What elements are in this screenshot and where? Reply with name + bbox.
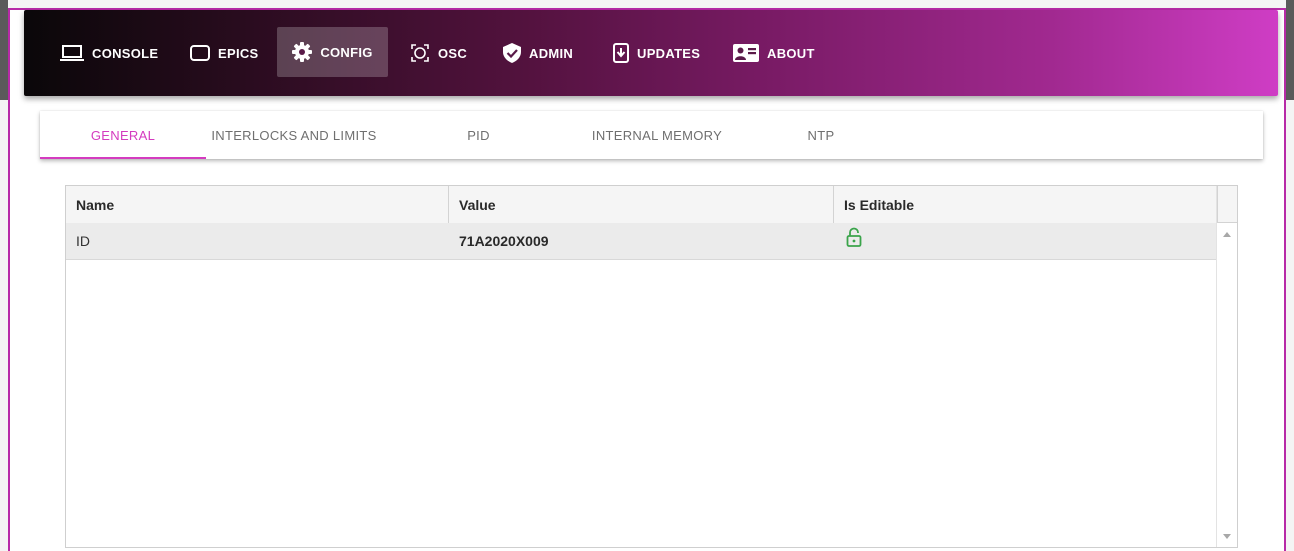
window-edge-left xyxy=(0,0,8,100)
laptop-icon xyxy=(60,44,84,62)
scroll-up-arrow[interactable] xyxy=(1223,232,1231,237)
nav-about-label: ABOUT xyxy=(767,45,815,61)
cell-name: ID xyxy=(76,233,90,249)
nav-config[interactable]: CONFIG xyxy=(277,27,388,77)
nav-epics-label: EPICS xyxy=(218,45,259,61)
nav-console-label: CONSOLE xyxy=(92,45,159,61)
nav-about[interactable]: ABOUT xyxy=(733,28,815,78)
column-header-name[interactable]: Name xyxy=(66,186,449,223)
tab-interlocks-and-limits[interactable]: INTERLOCKS AND LIMITS xyxy=(206,111,382,159)
config-tabs: GENERAL INTERLOCKS AND LIMITS PID INTERN… xyxy=(40,111,1263,159)
nav-osc-label: OSC xyxy=(438,45,468,61)
nav-updates-label: UPDATES xyxy=(637,45,701,61)
tab-internal-memory[interactable]: INTERNAL MEMORY xyxy=(575,111,739,159)
nav-admin[interactable]: ADMIN xyxy=(503,28,573,78)
tab-general[interactable]: GENERAL xyxy=(40,111,206,159)
grid-header: Name Value Is Editable xyxy=(66,186,1218,224)
nav-osc[interactable]: OSC xyxy=(410,28,467,78)
nav-console[interactable]: CONSOLE xyxy=(60,28,158,78)
scroll-down-arrow[interactable] xyxy=(1223,534,1231,539)
download-box-icon xyxy=(613,43,629,63)
tab-ntp[interactable]: NTP xyxy=(739,111,903,159)
cell-value[interactable]: 71A2020X009 xyxy=(449,223,834,259)
rounded-rectangle-icon xyxy=(190,45,210,61)
cell-is-editable xyxy=(834,223,1218,259)
nav-epics[interactable]: EPICS xyxy=(190,28,259,78)
contact-card-icon xyxy=(733,44,759,62)
nav-admin-label: ADMIN xyxy=(529,45,574,61)
column-header-is-editable[interactable]: Is Editable xyxy=(834,186,1218,223)
unlocked-padlock-icon xyxy=(846,227,862,250)
gear-icon xyxy=(292,42,313,62)
grid-scrollbar-header-spacer xyxy=(1217,186,1237,223)
grid-scrollbar[interactable] xyxy=(1216,186,1237,547)
tab-pid[interactable]: PID xyxy=(382,111,575,159)
table-row[interactable]: ID 71A2020X009 xyxy=(66,223,1218,260)
config-grid: Name Value Is Editable ID 71A2020X009 xyxy=(65,185,1238,548)
column-header-value[interactable]: Value xyxy=(449,186,834,223)
active-tab-indicator xyxy=(40,157,206,159)
window-edge-right xyxy=(1286,0,1294,100)
nav-updates[interactable]: UPDATES xyxy=(613,28,700,78)
shield-check-icon xyxy=(503,43,521,63)
scan-frame-icon xyxy=(410,43,430,63)
top-navbar: CONSOLE EPICS CONFIG OSC ADMIN UPDATES A… xyxy=(24,10,1278,96)
nav-config-label: CONFIG xyxy=(320,44,373,60)
